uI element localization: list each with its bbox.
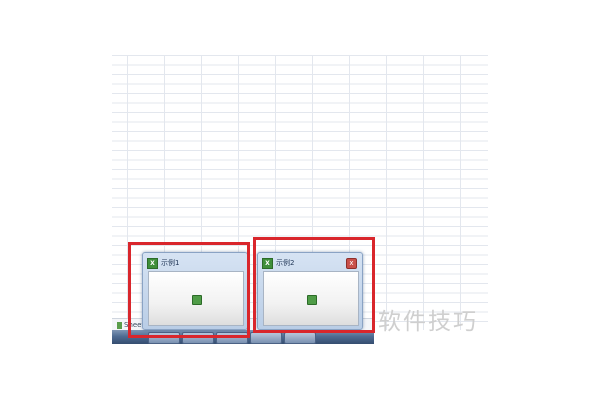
sheet-icon	[117, 321, 122, 329]
taskbar-button[interactable]	[250, 332, 282, 344]
highlight-box	[253, 237, 375, 333]
taskbar-button[interactable]	[284, 332, 316, 344]
highlight-box	[128, 242, 250, 338]
watermark: 软件技巧	[378, 309, 478, 335]
screenshot: Sheet1 X 示例1 X 示例2 x 软件技巧	[0, 0, 600, 400]
